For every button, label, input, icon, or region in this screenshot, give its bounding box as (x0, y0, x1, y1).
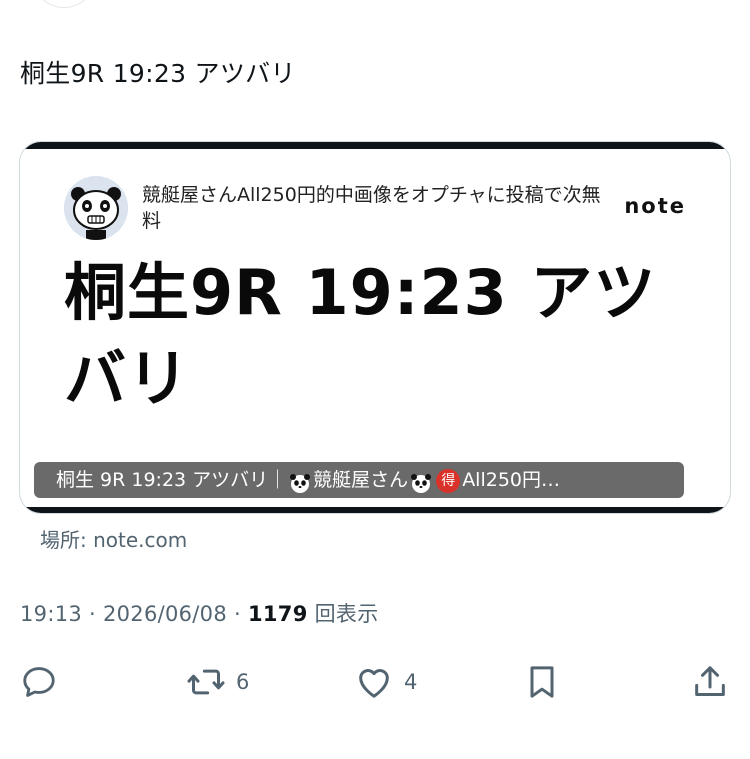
share-icon (695, 666, 725, 696)
panda-avatar-icon (64, 176, 128, 240)
avatar[interactable] (36, 0, 92, 8)
caption-text-1: 桐生 9R 19:23 アツバリ｜ (56, 469, 288, 491)
retweet-button[interactable]: 6 (186, 658, 249, 706)
card-caption: 桐生 9R 19:23 アツバリ｜ 競艇屋さん 得 All250円… (34, 462, 684, 498)
tweet-time[interactable]: 19:13 (20, 602, 82, 626)
tweet-date[interactable]: 2026/06/08 (103, 602, 227, 626)
card-bottom-border (20, 507, 730, 513)
tokusuru-badge-icon: 得 (436, 468, 461, 493)
meta-separator: · (89, 602, 103, 626)
action-bar: 6 4 (0, 658, 750, 706)
card-author-avatar (64, 176, 128, 240)
card-source-link[interactable]: 場所: note.com (40, 524, 187, 553)
card-top-border (20, 142, 730, 149)
note-logo: note (624, 194, 686, 218)
caption-text-2: 競艇屋さん (313, 469, 409, 491)
link-card[interactable]: 競艇屋さんAll250円的中画像をオプチャに投稿で次無料 note 桐生9R 1… (19, 141, 731, 514)
tweet-meta: 19:13 · 2026/06/08 · 1179 回表示 (20, 598, 379, 628)
bookmark-icon (530, 666, 554, 698)
meta-separator: · (234, 602, 248, 626)
reply-icon (23, 667, 55, 697)
view-label: 回表示 (314, 602, 379, 626)
retweet-count: 6 (236, 670, 250, 694)
share-button[interactable] (690, 658, 730, 706)
panda-icon (289, 470, 311, 493)
bookmark-button[interactable] (522, 658, 562, 706)
like-button[interactable]: 4 (354, 658, 417, 706)
card-author-line: 競艇屋さんAll250円的中画像をオプチャに投稿で次無料 (142, 184, 601, 232)
heart-icon (359, 669, 389, 698)
reply-button[interactable] (20, 658, 58, 706)
like-count: 4 (404, 670, 418, 694)
caption-text-3: All250円… (462, 469, 561, 491)
card-title: 桐生9R 19:23 アツバリ (64, 256, 657, 415)
tweet-text: 桐生9R 19:23 アツバリ (20, 59, 296, 88)
view-count: 1179 (247, 602, 308, 626)
retweet-icon (187, 669, 225, 695)
panda-icon (410, 470, 432, 493)
